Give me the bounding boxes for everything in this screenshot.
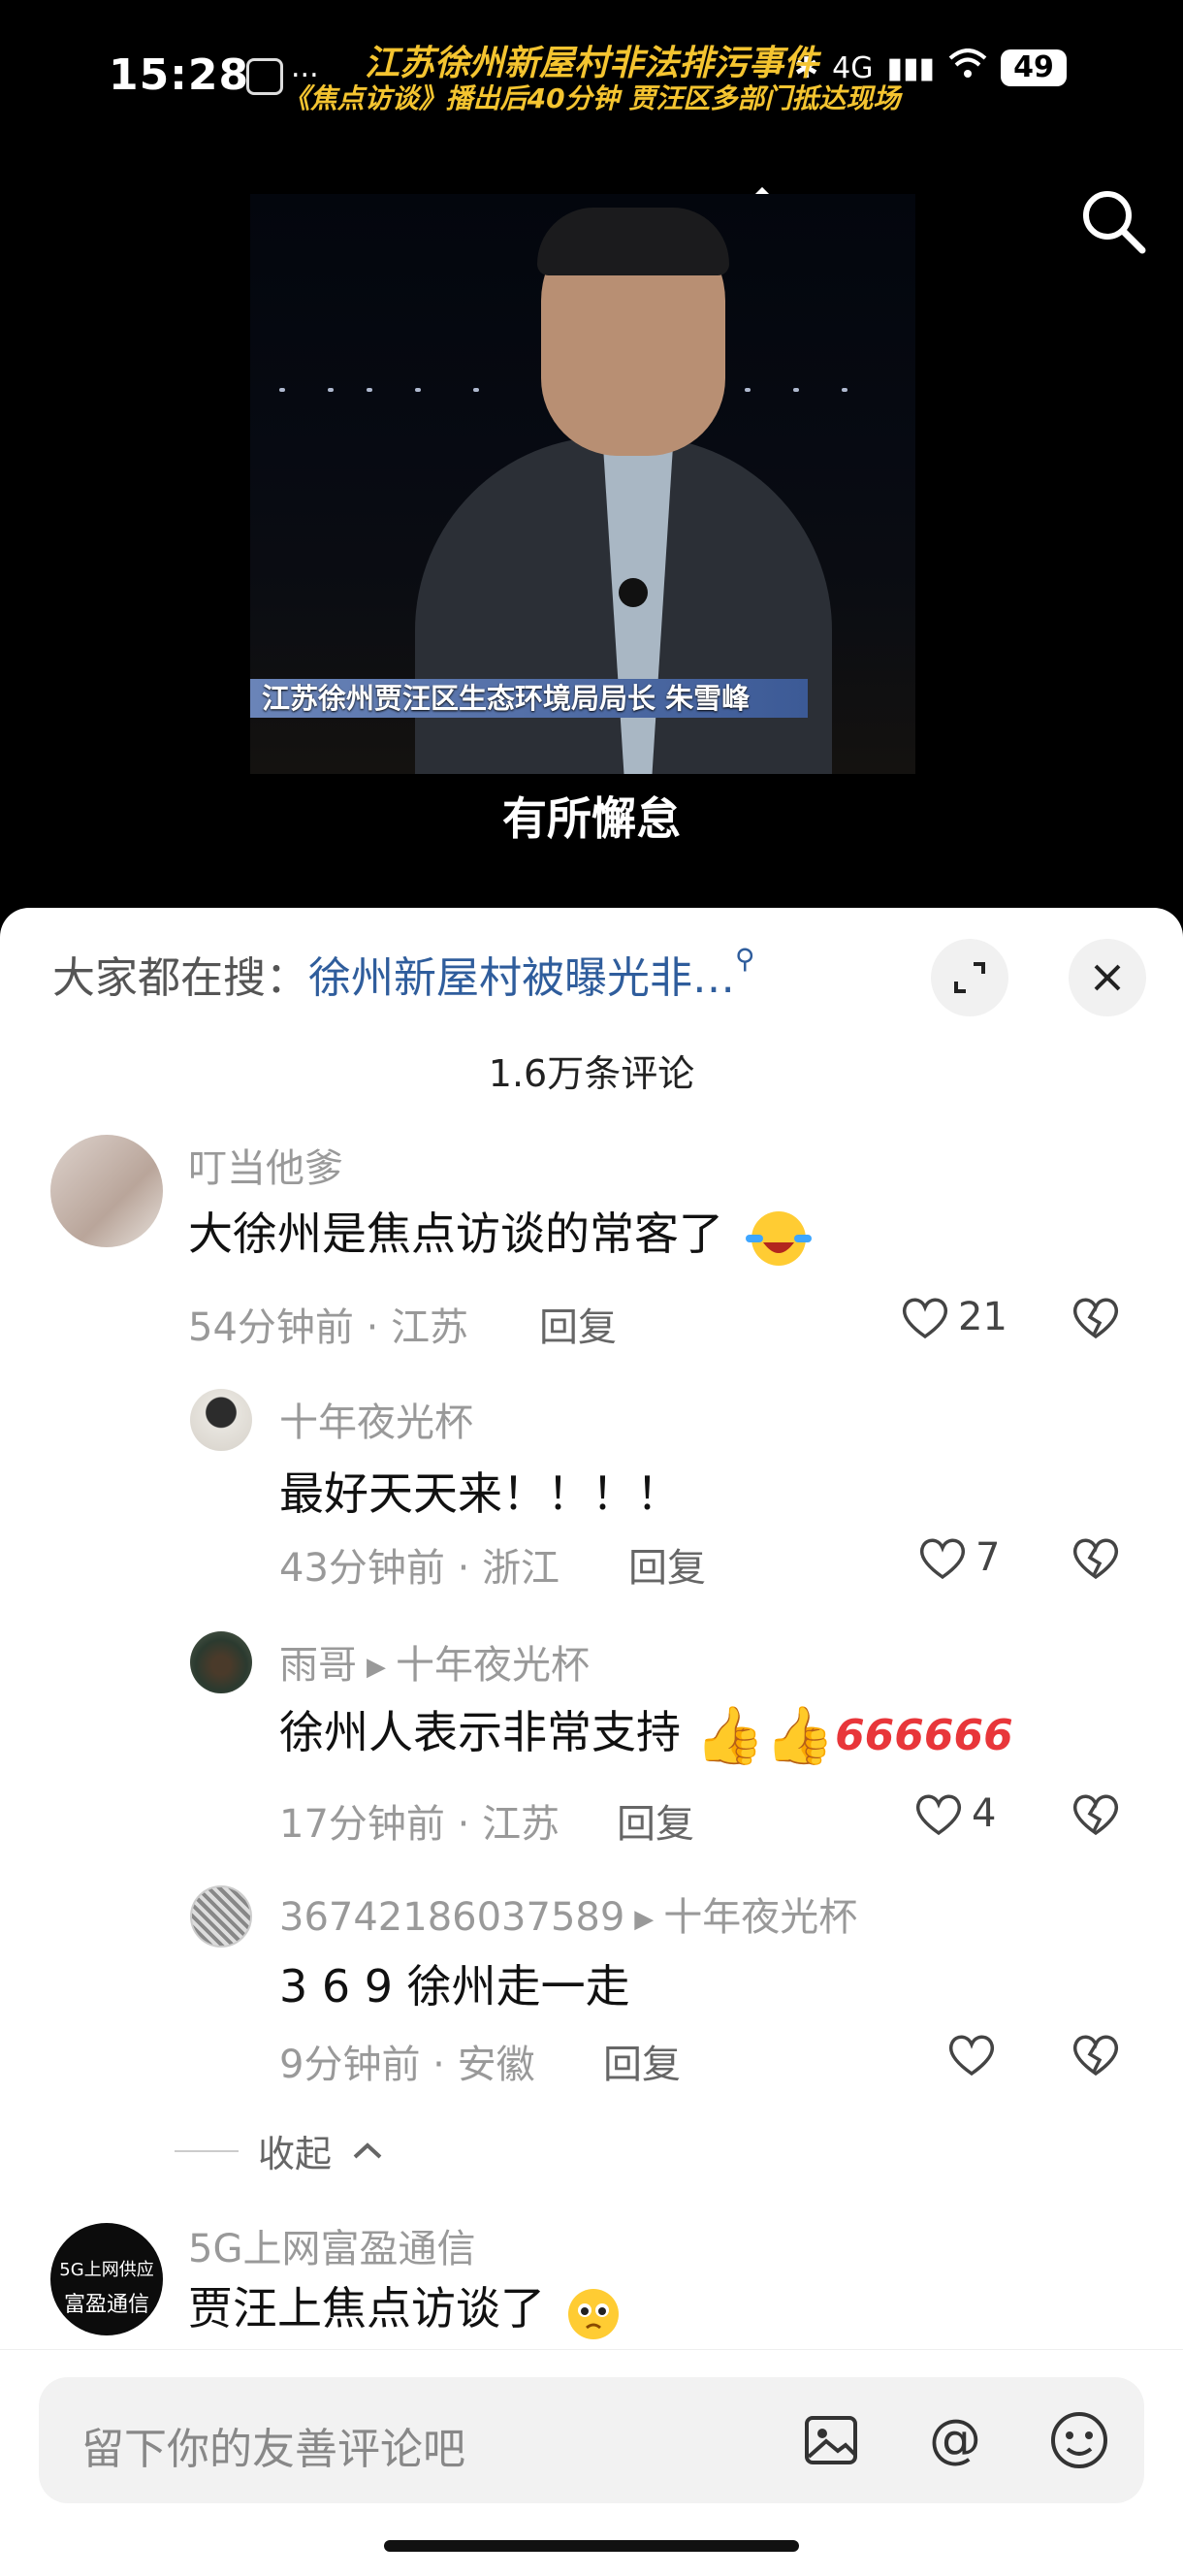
avatar[interactable] [190,1389,252,1451]
reply-button[interactable]: 回复 [539,1296,617,1352]
search-icon[interactable] [1076,184,1150,258]
laughing-crying-emoji-icon [745,1210,812,1266]
comment-author[interactable]: 36742186037589 ▶ 十年夜光杯 [279,1885,857,1942]
image-icon[interactable] [799,2408,863,2472]
divider-line [175,2149,239,2152]
chevron-up-icon [353,2141,382,2158]
avatar[interactable]: 5G上网供应 富盈通信 [50,2223,163,2335]
name-caption: 江苏徐州贾汪区生态环境局局长 朱雪峰 [250,679,808,718]
dislike-heart-icon[interactable] [1071,1294,1121,1340]
comment-count: 1.6万条评论 [488,1052,695,1095]
heart-icon [902,1298,948,1339]
reply-button[interactable]: 回复 [617,1792,694,1849]
dislike-heart-icon[interactable] [1071,2031,1121,2077]
svg-text:@: @ [929,2408,981,2469]
search-small-icon: ⚲ [735,943,755,975]
comment-text: 贾汪上焦点访谈了 [188,2273,627,2341]
pleading-face-emoji-icon [567,2288,619,2339]
comment-author[interactable]: 十年夜光杯 [279,1391,473,1447]
news-subtitle: 《焦点访谈》播出后40分钟 贾汪区多部门抵达现场 [282,82,901,114]
comment-input-bar: 留下你的友善评论吧 @ [0,2349,1183,2576]
avatar-text: 5G上网供应 [59,2260,154,2280]
heart-icon [948,2035,995,2077]
comment-text: 大徐州是焦点访谈的常客了 [188,1199,815,1270]
collapse-replies-button[interactable]: 收起 [175,2124,384,2177]
like-button[interactable]: 4 [913,1790,996,1837]
reply-button[interactable]: 回复 [628,1536,706,1593]
reply-arrow-icon: ▶ [367,1653,386,1682]
avatar[interactable] [50,1135,163,1247]
home-indicator [384,2540,799,2552]
dislike-heart-icon[interactable] [1071,1790,1121,1837]
comment-text: 最好天天来！！！！ [279,1467,681,1520]
comment-author[interactable]: 叮当他爹 [188,1137,343,1193]
reply-arrow-icon: ▶ [634,1905,655,1934]
mention-icon[interactable]: @ [923,2408,987,2472]
like-count: 21 [958,1295,1007,1339]
like-count: 4 [972,1791,997,1836]
comment-input-placeholder: 留下你的友善评论吧 [81,2425,465,2474]
thumbs-up-emoji-icon: 👍 [694,1702,765,1768]
avatar[interactable] [190,1885,252,1948]
expand-icon [954,962,985,993]
comment-author[interactable]: 雨哥 ▶ 十年夜光杯 [279,1633,590,1690]
reply-button[interactable]: 回复 [603,2033,681,2089]
comment-author[interactable]: 5G上网富盈通信 [188,2217,475,2273]
comments-sheet: 大家都在搜：徐州新屋村被曝光非…⚲ 1.6万条评论 叮当他爹 大徐州是焦点访谈的… [0,908,1183,2576]
microphone [619,578,648,607]
comment-meta: 43分钟前 · 浙江 [279,1546,560,1591]
expand-button[interactable] [931,939,1008,1016]
like-button[interactable]: 21 [900,1294,1007,1340]
comment-meta: 9分钟前 · 安徽 [279,2043,535,2087]
comment-text: 3 6 9 徐州走一走 [279,1960,630,2012]
close-button[interactable] [1069,939,1146,1016]
interviewee-hair [537,208,729,275]
666-emoji-icon: 666666 [835,1711,1013,1760]
trending-search-query[interactable]: 徐州新屋村被曝光非… [308,953,735,1003]
video-player[interactable]: 15:28 ... ✱ 4G ▮▮▮ 49 江苏徐州新屋村非法排污事件 《焦点访… [0,0,1183,931]
heart-icon [919,1538,966,1580]
emoji-icon[interactable] [1047,2408,1111,2472]
trending-search[interactable]: 大家都在搜：徐州新屋村被曝光非…⚲ [52,943,755,1005]
like-button[interactable]: 7 [917,1534,1000,1581]
thumbs-up-emoji-icon: 👍 [764,1702,836,1768]
dislike-heart-icon[interactable] [1071,1534,1121,1581]
like-button[interactable] [946,2031,1005,2077]
like-count: 7 [975,1535,1001,1580]
comment-text: 徐州人表示非常支持 👍👍666666 [279,1702,1013,1768]
avatar-text: 富盈通信 [63,2293,149,2317]
video-subtitle: 有所懈怠 [502,792,681,845]
heart-icon [915,1794,962,1836]
trending-search-label: 大家都在搜： [52,953,308,1003]
comment-input[interactable]: 留下你的友善评论吧 @ [39,2377,1144,2503]
collapse-label: 收起 [258,2133,333,2175]
comment-meta: 17分钟前 · 江苏 [279,1802,560,1847]
avatar[interactable] [190,1631,252,1693]
close-icon [1094,964,1121,991]
comment-meta: 54分钟前 · 江苏 [188,1305,469,1350]
